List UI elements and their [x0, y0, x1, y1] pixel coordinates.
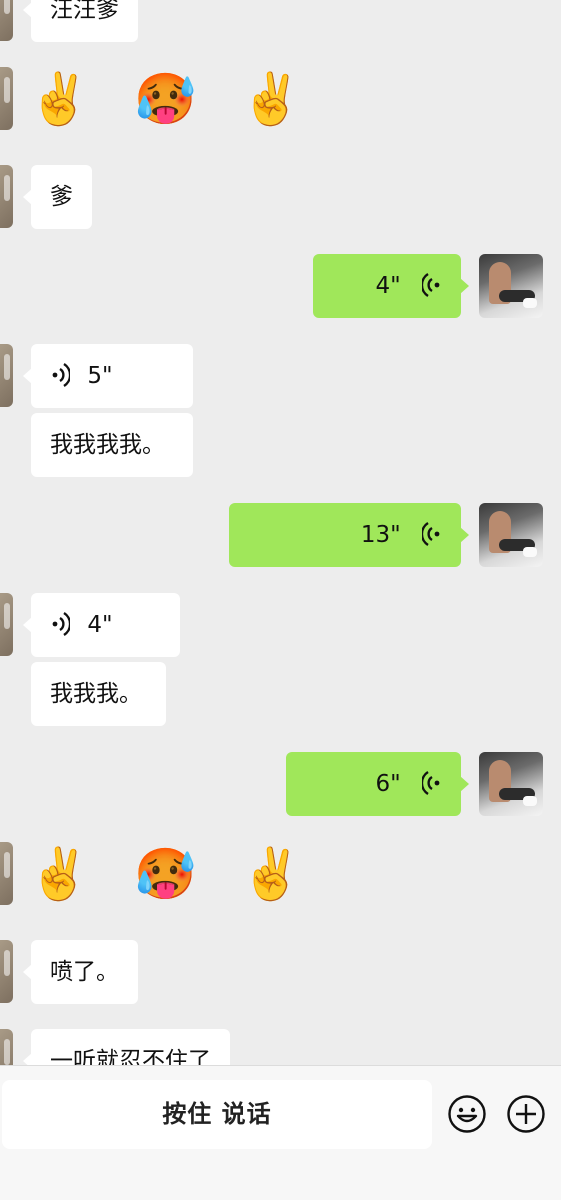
received-text-message[interactable]: 爹 [23, 165, 92, 229]
voice-transcript[interactable]: 我我我。 [31, 662, 166, 726]
received-emoji-message[interactable]: ✌️ 🥵 ✌️ [28, 67, 317, 131]
contact-avatar[interactable] [0, 67, 13, 130]
contact-avatar[interactable] [0, 842, 13, 905]
message-text: 我我我。 [50, 681, 142, 707]
sent-voice-message[interactable]: 13" [229, 503, 469, 567]
voice-wave-icon [422, 272, 440, 297]
contact-avatar[interactable] [0, 940, 13, 1003]
my-avatar[interactable] [479, 503, 543, 567]
voice-duration: 4" [87, 612, 113, 638]
voice-duration: 5" [87, 363, 113, 389]
voice-duration: 4" [375, 273, 401, 299]
received-text-message[interactable]: 一听就忍不住了 [23, 1029, 230, 1065]
voice-wave-icon [52, 362, 70, 387]
my-avatar[interactable] [479, 254, 543, 318]
sent-voice-message[interactable]: 6" [286, 752, 469, 816]
message-text: 爹 [50, 184, 73, 210]
message-text: 我我我我。 [50, 432, 165, 458]
received-text-message[interactable]: 汪汪爹 [23, 0, 138, 42]
voice-wave-icon [422, 521, 440, 546]
received-voice-message[interactable]: 5" [23, 344, 193, 408]
voice-wave-icon [422, 770, 440, 795]
voice-transcript[interactable]: 我我我我。 [31, 413, 193, 477]
plus-icon[interactable] [506, 1094, 546, 1134]
contact-avatar[interactable] [0, 165, 13, 228]
received-voice-message[interactable]: 4" [23, 593, 180, 657]
message-text: 汪汪爹 [50, 0, 119, 23]
contact-avatar[interactable] [0, 0, 13, 41]
chat-area[interactable]: 汪汪爹 ✌️ 🥵 ✌️ 爹 4" 5" 我我我我。 13" 4" 我我我。 6"… [0, 0, 561, 1065]
sent-voice-message[interactable]: 4" [313, 254, 469, 318]
input-bar: 按住 说话 [0, 1065, 561, 1200]
my-avatar[interactable] [479, 752, 543, 816]
contact-avatar[interactable] [0, 344, 13, 407]
contact-avatar[interactable] [0, 1029, 13, 1065]
emoji-icon[interactable] [447, 1094, 487, 1134]
voice-wave-icon [52, 611, 70, 636]
voice-duration: 6" [375, 771, 401, 797]
contact-avatar[interactable] [0, 593, 13, 656]
received-emoji-message[interactable]: ✌️ 🥵 ✌️ [28, 842, 317, 906]
hold-to-talk-button[interactable]: 按住 说话 [2, 1080, 432, 1149]
received-text-message[interactable]: 喷了。 [23, 940, 138, 1004]
voice-duration: 13" [360, 522, 401, 548]
message-text: 喷了。 [50, 959, 119, 985]
message-text: 一听就忍不住了 [50, 1048, 211, 1065]
